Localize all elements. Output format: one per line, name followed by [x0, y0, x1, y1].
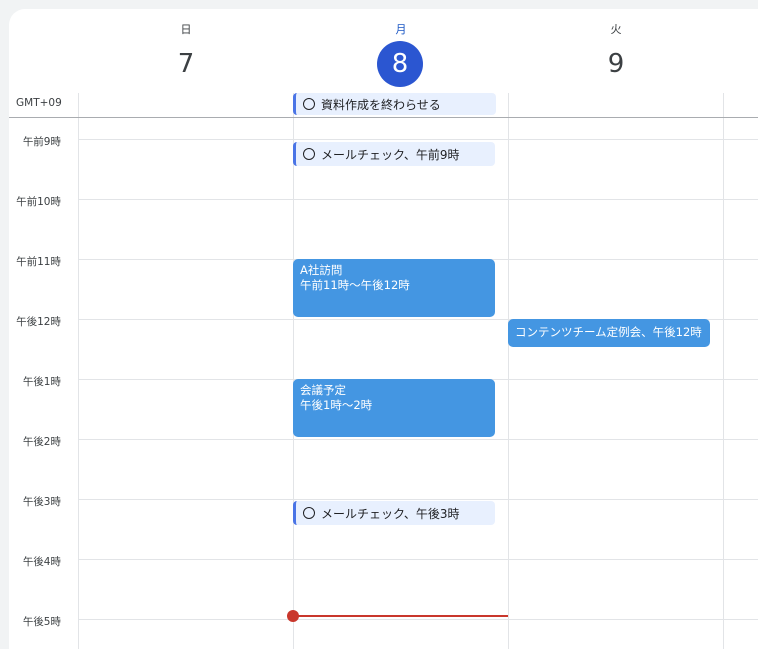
time-label-11am: 午前11時	[16, 256, 61, 268]
event-title: コンテンツチーム定例会、午後12時	[515, 325, 702, 339]
event-card[interactable]: A社訪問 午前11時～午後12時	[293, 259, 495, 317]
hour-gridline	[79, 139, 758, 140]
time-label-10am: 午前10時	[16, 196, 61, 208]
timezone-label: GMT+09	[16, 97, 62, 109]
task-circle-icon[interactable]	[303, 98, 315, 110]
header-divider	[9, 117, 758, 118]
event-card[interactable]: 会議予定 午後1時～2時	[293, 379, 495, 437]
time-label-1pm: 午後1時	[22, 376, 61, 388]
column-divider	[78, 93, 79, 649]
hour-gridline	[79, 439, 758, 440]
task-chip[interactable]: メールチェック、午前9時	[293, 142, 495, 166]
hour-gridline	[79, 499, 758, 500]
task-circle-icon[interactable]	[303, 148, 315, 160]
event-title: 会議予定	[300, 383, 346, 397]
hour-gridline	[79, 559, 758, 560]
time-label-5pm: 午後5時	[22, 616, 61, 628]
hour-gridline	[79, 199, 758, 200]
calendar-panel: 日 7 月 8 火 9 GMT+09 午前9時 午前10時 午前11時 午後12…	[9, 9, 758, 649]
column-divider	[723, 93, 724, 649]
day-number-7[interactable]: 7	[163, 41, 209, 87]
current-time-line	[293, 615, 508, 617]
time-label-12pm: 午後12時	[16, 316, 61, 328]
task-label: メールチェック、午後3時	[321, 506, 460, 521]
day-number-8-today[interactable]: 8	[377, 41, 423, 87]
task-label: 資料作成を終わらせる	[321, 97, 441, 112]
event-time: 午後1時～2時	[300, 398, 373, 412]
hour-gridline	[79, 619, 758, 620]
column-divider	[293, 93, 294, 649]
event-time: 午前11時～午後12時	[300, 278, 410, 292]
column-divider	[508, 93, 509, 649]
time-label-9am: 午前9時	[22, 136, 61, 148]
event-title: A社訪問	[300, 263, 343, 277]
current-time-dot	[287, 610, 299, 622]
time-label-3pm: 午後3時	[22, 496, 61, 508]
time-label-4pm: 午後4時	[22, 556, 61, 568]
event-card[interactable]: コンテンツチーム定例会、午後12時	[508, 319, 710, 347]
task-label: メールチェック、午前9時	[321, 147, 460, 162]
day-number-9[interactable]: 9	[593, 41, 639, 87]
day-name-monday: 月	[395, 23, 407, 36]
task-chip[interactable]: 資料作成を終わらせる	[293, 93, 496, 115]
task-circle-icon[interactable]	[303, 507, 315, 519]
day-name-sunday: 日	[180, 23, 192, 36]
task-chip[interactable]: メールチェック、午後3時	[293, 501, 495, 525]
time-label-2pm: 午後2時	[22, 436, 61, 448]
day-name-tuesday: 火	[610, 23, 622, 36]
